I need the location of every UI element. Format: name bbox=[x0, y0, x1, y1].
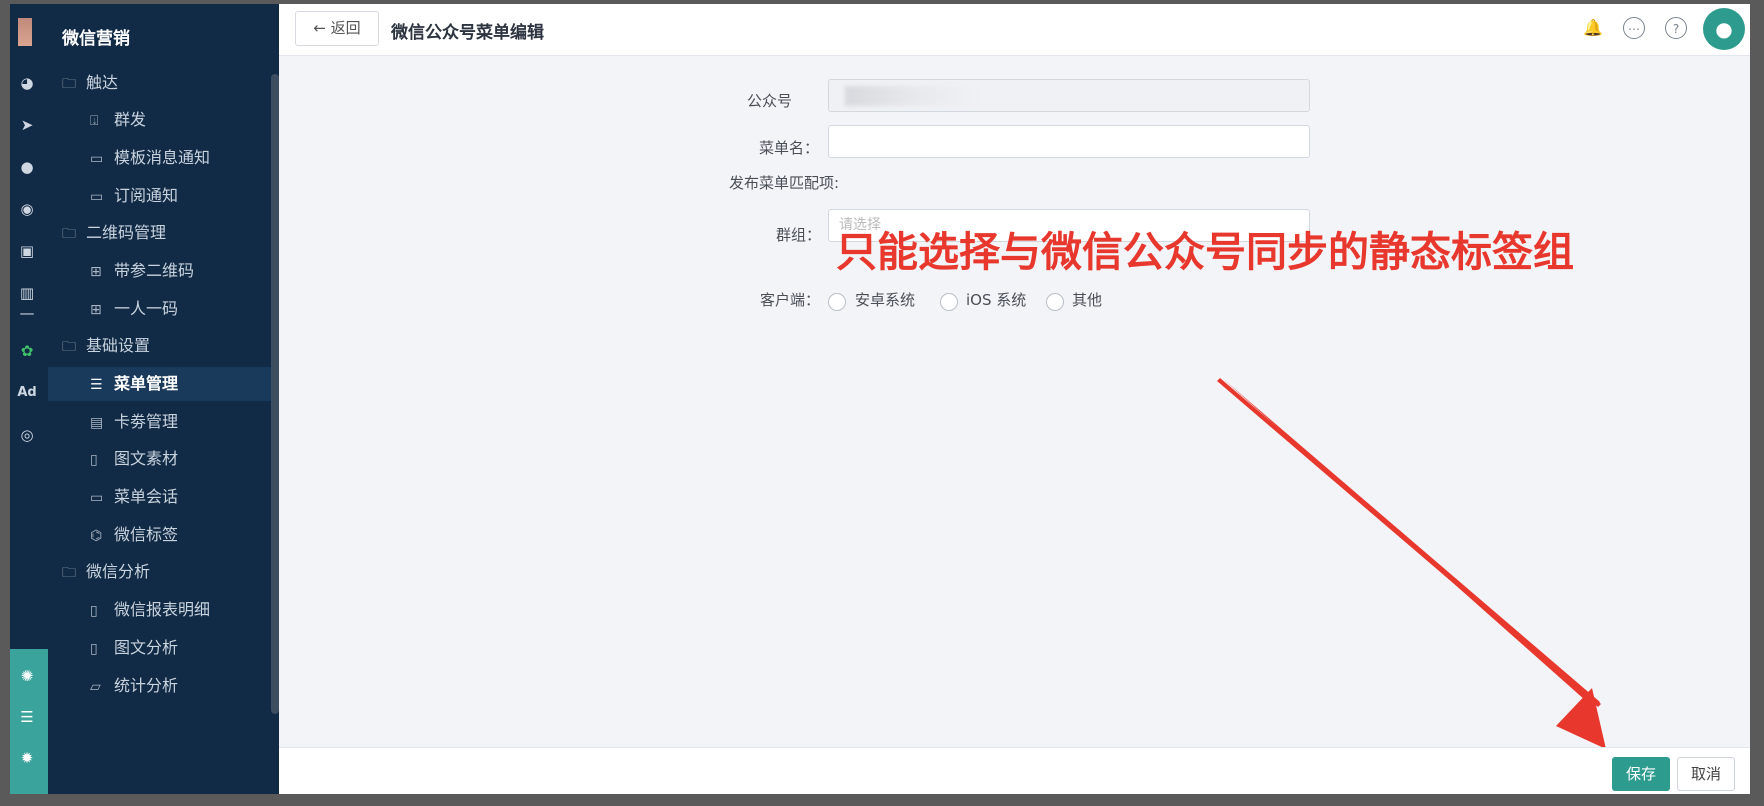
app-window: ◕ ➤ ● ◉ ▣ ▥ — ✿ Ad ◎ ✺ ☰ ✹ 微信营销 🗀 触达 ⍗ 群发 … bbox=[10, 4, 1750, 794]
cancel-button[interactable]: 取消 bbox=[1677, 757, 1735, 791]
footer-bar: 保存 取消 bbox=[279, 747, 1750, 794]
annotation-arrow bbox=[1217, 378, 1606, 749]
save-button[interactable]: 保存 bbox=[1612, 757, 1670, 791]
